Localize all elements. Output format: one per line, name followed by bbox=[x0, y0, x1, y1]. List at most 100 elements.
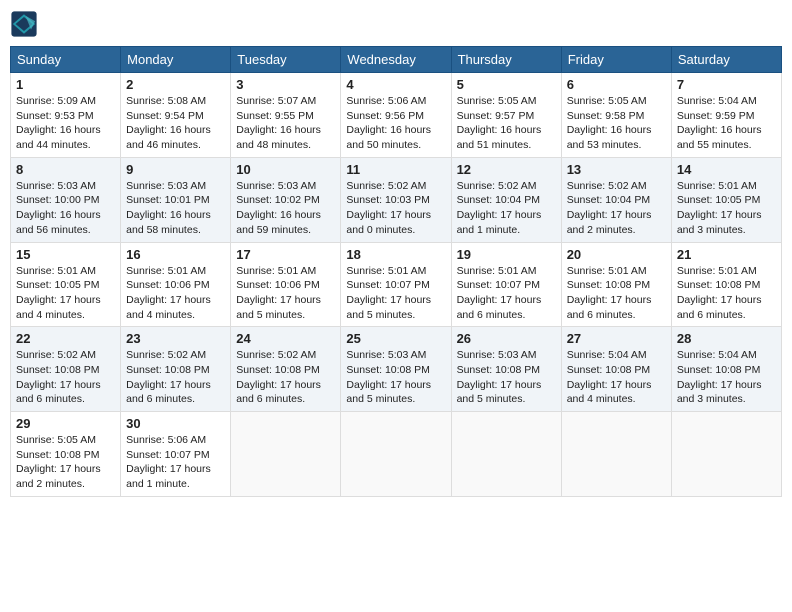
day-number: 16 bbox=[126, 247, 225, 262]
weekday-header-tuesday: Tuesday bbox=[231, 47, 341, 73]
cell-content: Sunrise: 5:02 AM Sunset: 10:08 PM Daylig… bbox=[16, 348, 115, 407]
calendar-cell: 15 Sunrise: 5:01 AM Sunset: 10:05 PM Day… bbox=[11, 242, 121, 327]
calendar-week-3: 15 Sunrise: 5:01 AM Sunset: 10:05 PM Day… bbox=[11, 242, 782, 327]
weekday-header-thursday: Thursday bbox=[451, 47, 561, 73]
cell-content: Sunrise: 5:01 AM Sunset: 10:08 PM Daylig… bbox=[677, 264, 776, 323]
calendar-cell: 8 Sunrise: 5:03 AM Sunset: 10:00 PM Dayl… bbox=[11, 157, 121, 242]
day-number: 1 bbox=[16, 77, 115, 92]
daylight-label: Daylight: 17 hours and 0 minutes. bbox=[346, 209, 431, 236]
sunset-label: Sunset: 10:05 PM bbox=[16, 279, 99, 291]
sunset-label: Sunset: 10:07 PM bbox=[457, 279, 540, 291]
sunrise-label: Sunrise: 5:01 AM bbox=[346, 265, 426, 277]
daylight-label: Daylight: 17 hours and 2 minutes. bbox=[16, 463, 101, 490]
cell-content: Sunrise: 5:01 AM Sunset: 10:06 PM Daylig… bbox=[236, 264, 335, 323]
cell-content: Sunrise: 5:02 AM Sunset: 10:08 PM Daylig… bbox=[236, 348, 335, 407]
calendar-cell bbox=[561, 412, 671, 497]
daylight-label: Daylight: 16 hours and 55 minutes. bbox=[677, 124, 762, 151]
calendar-cell: 22 Sunrise: 5:02 AM Sunset: 10:08 PM Day… bbox=[11, 327, 121, 412]
sunrise-label: Sunrise: 5:02 AM bbox=[236, 349, 316, 361]
daylight-label: Daylight: 16 hours and 44 minutes. bbox=[16, 124, 101, 151]
calendar-cell bbox=[671, 412, 781, 497]
cell-content: Sunrise: 5:08 AM Sunset: 9:54 PM Dayligh… bbox=[126, 94, 225, 153]
sunrise-label: Sunrise: 5:02 AM bbox=[567, 180, 647, 192]
sunset-label: Sunset: 10:03 PM bbox=[346, 194, 429, 206]
calendar-table: SundayMondayTuesdayWednesdayThursdayFrid… bbox=[10, 46, 782, 497]
sunrise-label: Sunrise: 5:05 AM bbox=[16, 434, 96, 446]
sunrise-label: Sunrise: 5:06 AM bbox=[126, 434, 206, 446]
daylight-label: Daylight: 17 hours and 5 minutes. bbox=[236, 294, 321, 321]
daylight-label: Daylight: 17 hours and 4 minutes. bbox=[126, 294, 211, 321]
sunrise-label: Sunrise: 5:02 AM bbox=[457, 180, 537, 192]
cell-content: Sunrise: 5:03 AM Sunset: 10:08 PM Daylig… bbox=[457, 348, 556, 407]
day-number: 24 bbox=[236, 331, 335, 346]
calendar-cell: 11 Sunrise: 5:02 AM Sunset: 10:03 PM Day… bbox=[341, 157, 451, 242]
sunrise-label: Sunrise: 5:04 AM bbox=[677, 349, 757, 361]
calendar-week-4: 22 Sunrise: 5:02 AM Sunset: 10:08 PM Day… bbox=[11, 327, 782, 412]
sunset-label: Sunset: 10:08 PM bbox=[236, 364, 319, 376]
sunset-label: Sunset: 9:54 PM bbox=[126, 110, 204, 122]
day-number: 11 bbox=[346, 162, 445, 177]
calendar-cell: 17 Sunrise: 5:01 AM Sunset: 10:06 PM Day… bbox=[231, 242, 341, 327]
sunrise-label: Sunrise: 5:05 AM bbox=[457, 95, 537, 107]
day-number: 18 bbox=[346, 247, 445, 262]
sunset-label: Sunset: 9:59 PM bbox=[677, 110, 755, 122]
sunrise-label: Sunrise: 5:04 AM bbox=[677, 95, 757, 107]
sunrise-label: Sunrise: 5:03 AM bbox=[236, 180, 316, 192]
sunrise-label: Sunrise: 5:06 AM bbox=[346, 95, 426, 107]
calendar-week-1: 1 Sunrise: 5:09 AM Sunset: 9:53 PM Dayli… bbox=[11, 73, 782, 158]
calendar-week-2: 8 Sunrise: 5:03 AM Sunset: 10:00 PM Dayl… bbox=[11, 157, 782, 242]
day-number: 21 bbox=[677, 247, 776, 262]
header bbox=[10, 10, 782, 38]
weekday-header-sunday: Sunday bbox=[11, 47, 121, 73]
daylight-label: Daylight: 16 hours and 46 minutes. bbox=[126, 124, 211, 151]
daylight-label: Daylight: 16 hours and 48 minutes. bbox=[236, 124, 321, 151]
daylight-label: Daylight: 17 hours and 3 minutes. bbox=[677, 379, 762, 406]
calendar-cell: 3 Sunrise: 5:07 AM Sunset: 9:55 PM Dayli… bbox=[231, 73, 341, 158]
calendar-cell: 23 Sunrise: 5:02 AM Sunset: 10:08 PM Day… bbox=[121, 327, 231, 412]
sunset-label: Sunset: 9:58 PM bbox=[567, 110, 645, 122]
sunset-label: Sunset: 10:07 PM bbox=[346, 279, 429, 291]
daylight-label: Daylight: 17 hours and 6 minutes. bbox=[457, 294, 542, 321]
sunrise-label: Sunrise: 5:01 AM bbox=[16, 265, 96, 277]
cell-content: Sunrise: 5:05 AM Sunset: 9:58 PM Dayligh… bbox=[567, 94, 666, 153]
sunrise-label: Sunrise: 5:09 AM bbox=[16, 95, 96, 107]
day-number: 17 bbox=[236, 247, 335, 262]
calendar-cell: 19 Sunrise: 5:01 AM Sunset: 10:07 PM Day… bbox=[451, 242, 561, 327]
calendar-cell: 7 Sunrise: 5:04 AM Sunset: 9:59 PM Dayli… bbox=[671, 73, 781, 158]
cell-content: Sunrise: 5:06 AM Sunset: 10:07 PM Daylig… bbox=[126, 433, 225, 492]
cell-content: Sunrise: 5:09 AM Sunset: 9:53 PM Dayligh… bbox=[16, 94, 115, 153]
cell-content: Sunrise: 5:03 AM Sunset: 10:08 PM Daylig… bbox=[346, 348, 445, 407]
weekday-header-saturday: Saturday bbox=[671, 47, 781, 73]
cell-content: Sunrise: 5:02 AM Sunset: 10:04 PM Daylig… bbox=[457, 179, 556, 238]
cell-content: Sunrise: 5:03 AM Sunset: 10:01 PM Daylig… bbox=[126, 179, 225, 238]
sunrise-label: Sunrise: 5:01 AM bbox=[567, 265, 647, 277]
cell-content: Sunrise: 5:02 AM Sunset: 10:08 PM Daylig… bbox=[126, 348, 225, 407]
day-number: 14 bbox=[677, 162, 776, 177]
daylight-label: Daylight: 17 hours and 6 minutes. bbox=[677, 294, 762, 321]
day-number: 7 bbox=[677, 77, 776, 92]
day-number: 30 bbox=[126, 416, 225, 431]
daylight-label: Daylight: 17 hours and 6 minutes. bbox=[16, 379, 101, 406]
daylight-label: Daylight: 17 hours and 5 minutes. bbox=[346, 379, 431, 406]
daylight-label: Daylight: 17 hours and 4 minutes. bbox=[567, 379, 652, 406]
calendar-cell: 20 Sunrise: 5:01 AM Sunset: 10:08 PM Day… bbox=[561, 242, 671, 327]
sunset-label: Sunset: 9:55 PM bbox=[236, 110, 314, 122]
sunset-label: Sunset: 10:08 PM bbox=[457, 364, 540, 376]
calendar-cell: 29 Sunrise: 5:05 AM Sunset: 10:08 PM Day… bbox=[11, 412, 121, 497]
sunset-label: Sunset: 10:05 PM bbox=[677, 194, 760, 206]
daylight-label: Daylight: 17 hours and 1 minute. bbox=[126, 463, 211, 490]
sunrise-label: Sunrise: 5:01 AM bbox=[677, 265, 757, 277]
sunrise-label: Sunrise: 5:03 AM bbox=[16, 180, 96, 192]
calendar-cell: 16 Sunrise: 5:01 AM Sunset: 10:06 PM Day… bbox=[121, 242, 231, 327]
cell-content: Sunrise: 5:04 AM Sunset: 9:59 PM Dayligh… bbox=[677, 94, 776, 153]
weekday-header-wednesday: Wednesday bbox=[341, 47, 451, 73]
daylight-label: Daylight: 17 hours and 6 minutes. bbox=[236, 379, 321, 406]
daylight-label: Daylight: 17 hours and 5 minutes. bbox=[346, 294, 431, 321]
daylight-label: Daylight: 17 hours and 3 minutes. bbox=[677, 209, 762, 236]
cell-content: Sunrise: 5:01 AM Sunset: 10:06 PM Daylig… bbox=[126, 264, 225, 323]
calendar-cell: 1 Sunrise: 5:09 AM Sunset: 9:53 PM Dayli… bbox=[11, 73, 121, 158]
calendar-cell: 14 Sunrise: 5:01 AM Sunset: 10:05 PM Day… bbox=[671, 157, 781, 242]
cell-content: Sunrise: 5:01 AM Sunset: 10:07 PM Daylig… bbox=[457, 264, 556, 323]
daylight-label: Daylight: 16 hours and 50 minutes. bbox=[346, 124, 431, 151]
day-number: 19 bbox=[457, 247, 556, 262]
